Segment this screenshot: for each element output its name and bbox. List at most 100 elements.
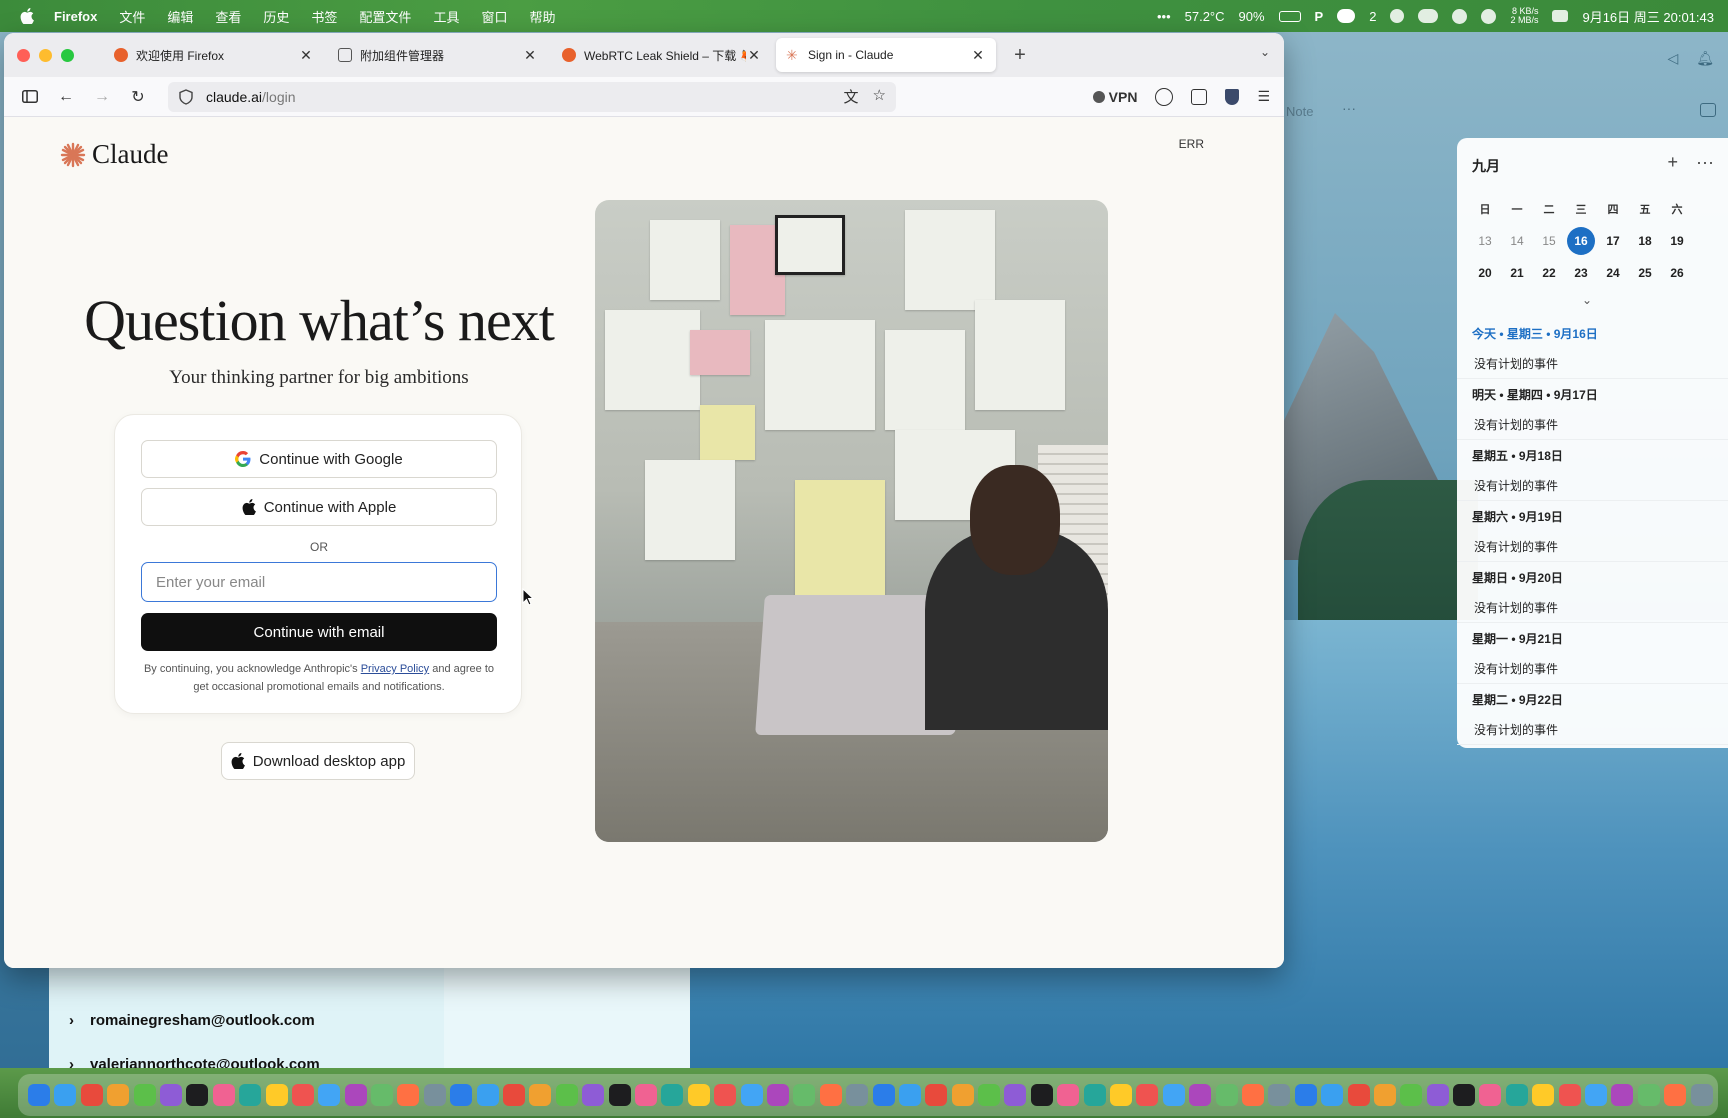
dock-app-icon[interactable] (1110, 1084, 1133, 1106)
dock-app-icon[interactable] (1268, 1084, 1291, 1106)
dock-app-icon[interactable] (1215, 1084, 1238, 1106)
dock-app-icon[interactable] (159, 1084, 182, 1106)
close-window-button[interactable] (17, 48, 30, 62)
dock-app-icon[interactable] (1585, 1084, 1608, 1106)
claude-logo[interactable]: Claude (60, 139, 168, 170)
battery-icon[interactable] (1278, 10, 1301, 22)
close-tab-icon[interactable]: ✕ (746, 47, 762, 64)
dock-app-icon[interactable] (740, 1084, 763, 1106)
agenda-empty-event[interactable]: 没有计划的事件 (1457, 470, 1728, 501)
dock-app-icon[interactable] (898, 1084, 921, 1106)
dock-app-icon[interactable] (450, 1084, 473, 1106)
dock-app-icon[interactable] (1189, 1084, 1212, 1106)
download-desktop-app-button[interactable]: Download desktop app (221, 742, 415, 780)
new-tab-button[interactable]: + (1006, 44, 1034, 67)
dock-app-icon[interactable] (951, 1084, 974, 1106)
calendar-day[interactable]: 20 (1469, 266, 1501, 280)
menu-window[interactable]: 窗口 (481, 7, 507, 26)
wechat-icon[interactable] (1337, 9, 1356, 23)
dock-app-icon[interactable] (239, 1084, 262, 1106)
note-label[interactable]: Note (1286, 104, 1313, 119)
calendar-day[interactable]: 13 (1469, 234, 1501, 248)
dock-app-icon[interactable] (476, 1084, 499, 1106)
forward-arrow-icon[interactable]: → (86, 83, 118, 111)
clock-readout[interactable]: 9月16日 周三 20:01:43 (1582, 7, 1714, 26)
continue-with-apple-button[interactable]: Continue with Apple (141, 488, 497, 526)
dock-app-icon[interactable] (634, 1084, 657, 1106)
more-options-icon[interactable]: ··· (1696, 152, 1714, 173)
chevron-right-icon[interactable]: › (69, 1012, 74, 1029)
agenda-empty-event[interactable]: 没有计划的事件 (1457, 653, 1728, 684)
continue-with-google-button[interactable]: Continue with Google (141, 440, 497, 478)
menu-file[interactable]: 文件 (119, 7, 145, 26)
agenda-empty-event[interactable]: 没有计划的事件 (1457, 592, 1728, 623)
dock-app-icon[interactable] (1347, 1084, 1370, 1106)
menu-tools[interactable]: 工具 (433, 7, 459, 26)
cloud-icon[interactable] (1418, 9, 1439, 23)
dock-app-icon[interactable] (265, 1084, 288, 1106)
dock-app-icon[interactable] (793, 1084, 816, 1106)
record-icon[interactable] (1390, 9, 1405, 23)
calendar-day[interactable]: 21 (1501, 266, 1533, 280)
dock-app-icon[interactable] (186, 1084, 209, 1106)
close-tab-icon[interactable]: ✕ (298, 47, 314, 64)
dock-app-icon[interactable] (687, 1084, 710, 1106)
calendar-day[interactable]: 23 (1565, 266, 1597, 280)
shield-extension-icon[interactable] (1225, 88, 1240, 105)
dock-app-icon[interactable] (1690, 1084, 1713, 1106)
dock-app-icon[interactable] (1400, 1084, 1423, 1106)
dock-app-icon[interactable] (978, 1084, 1001, 1106)
apple-menu-icon[interactable] (18, 7, 36, 25)
dock-app-icon[interactable] (846, 1084, 869, 1106)
dock-app-icon[interactable] (1611, 1084, 1634, 1106)
dock-app-icon[interactable] (1373, 1084, 1396, 1106)
more-status-icon[interactable]: ••• (1157, 9, 1171, 24)
agenda-empty-event[interactable]: 没有计划的事件 (1457, 348, 1728, 379)
dock-app-icon[interactable] (582, 1084, 605, 1106)
dock-app-icon[interactable] (661, 1084, 684, 1106)
email-input[interactable] (141, 562, 497, 602)
dock-app-icon[interactable] (1030, 1084, 1053, 1106)
dock-app-icon[interactable] (1162, 1084, 1185, 1106)
tab-firefox-welcome[interactable]: 欢迎使用 Firefox ✕ (104, 38, 324, 72)
minimize-window-button[interactable] (39, 48, 52, 62)
agenda-empty-event[interactable]: 没有计划的事件 (1457, 409, 1728, 440)
dock-app-icon[interactable] (397, 1084, 420, 1106)
dock-app-icon[interactable] (1294, 1084, 1317, 1106)
dock-app-icon[interactable] (1241, 1084, 1264, 1106)
calendar-day[interactable]: 14 (1501, 234, 1533, 248)
add-event-icon[interactable]: + (1668, 152, 1679, 173)
dock-app-icon[interactable] (1637, 1084, 1660, 1106)
dock-app-icon[interactable] (54, 1084, 77, 1106)
privacy-policy-link[interactable]: Privacy Policy (361, 663, 429, 675)
dock-app-icon[interactable] (133, 1084, 156, 1106)
close-tab-icon[interactable]: ✕ (522, 47, 538, 64)
temperature-readout[interactable]: 57.2°C (1185, 9, 1225, 24)
dock-app-icon[interactable] (80, 1084, 103, 1106)
dock-app-icon[interactable] (1453, 1084, 1476, 1106)
tab-webrtc-leak-shield[interactable]: WebRTC Leak Shield – 下载 🦊 F ✕ (552, 38, 772, 72)
calendar-day-today[interactable]: 16 (1567, 227, 1595, 255)
url-bar[interactable]: claude.ai/login 文 ☆ (168, 81, 896, 112)
dock-app-icon[interactable] (1004, 1084, 1027, 1106)
dock-app-icon[interactable] (1532, 1084, 1555, 1106)
dock-app-icon[interactable] (1426, 1084, 1449, 1106)
dock-app-icon[interactable] (766, 1084, 789, 1106)
control-center-icon[interactable] (1552, 10, 1569, 22)
calendar-day[interactable]: 22 (1533, 266, 1565, 280)
dock-app-icon[interactable] (925, 1084, 948, 1106)
dock-app-icon[interactable] (529, 1084, 552, 1106)
menu-help[interactable]: 帮助 (529, 7, 555, 26)
menu-app-name[interactable]: Firefox (54, 9, 97, 24)
dock-app-icon[interactable] (212, 1084, 235, 1106)
star-icon[interactable]: ☆ (873, 86, 886, 107)
calendar-day[interactable]: 26 (1661, 266, 1693, 280)
dock-app-icon[interactable] (291, 1084, 314, 1106)
bell-icon[interactable]: 🔔︎ (1696, 50, 1714, 67)
dock-app-icon[interactable] (1664, 1084, 1687, 1106)
continue-with-email-button[interactable]: Continue with email (141, 613, 497, 651)
dock-app-icon[interactable] (555, 1084, 578, 1106)
calendar-day[interactable]: 18 (1629, 234, 1661, 248)
dock-app-icon[interactable] (1505, 1084, 1528, 1106)
dock-app-icon[interactable] (371, 1084, 394, 1106)
